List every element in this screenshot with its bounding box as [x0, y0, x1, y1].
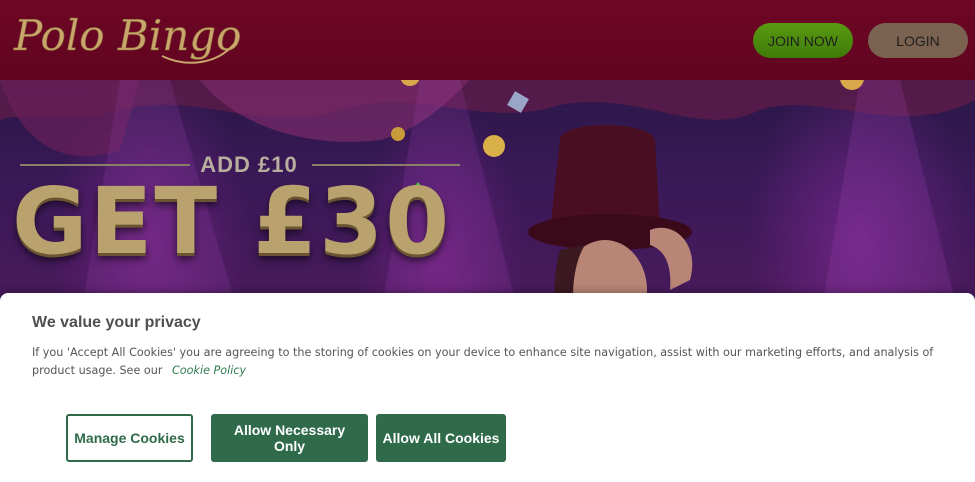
cookie-policy-link[interactable]: Cookie Policy [172, 364, 246, 377]
svg-text:Polo Bingo: Polo Bingo [13, 11, 241, 60]
cookie-banner-text: If you 'Accept All Cookies' you are agre… [32, 344, 937, 380]
login-button[interactable]: LOGIN [868, 23, 968, 58]
cookie-consent-banner: We value your privacy If you 'Accept All… [0, 293, 975, 482]
allow-necessary-only-button[interactable]: Allow Necessary Only [211, 414, 368, 462]
join-now-button[interactable]: JOIN NOW [753, 23, 853, 58]
polo-bingo-logo[interactable]: Polo Bingo [12, 4, 242, 72]
promo-hero-banner[interactable]: ADD £10 GET £30 [0, 80, 975, 320]
promo-headline: GET £30 [12, 168, 452, 275]
page: Polo Bingo JOIN NOW LOGIN ADD £10 GET £3… [0, 0, 975, 482]
cookie-banner-title: We value your privacy [32, 314, 201, 331]
manage-cookies-button[interactable]: Manage Cookies [66, 414, 193, 462]
cookie-banner-body: If you 'Accept All Cookies' you are agre… [32, 346, 934, 377]
site-header: Polo Bingo JOIN NOW LOGIN [0, 0, 975, 80]
allow-all-cookies-button[interactable]: Allow All Cookies [376, 414, 506, 462]
